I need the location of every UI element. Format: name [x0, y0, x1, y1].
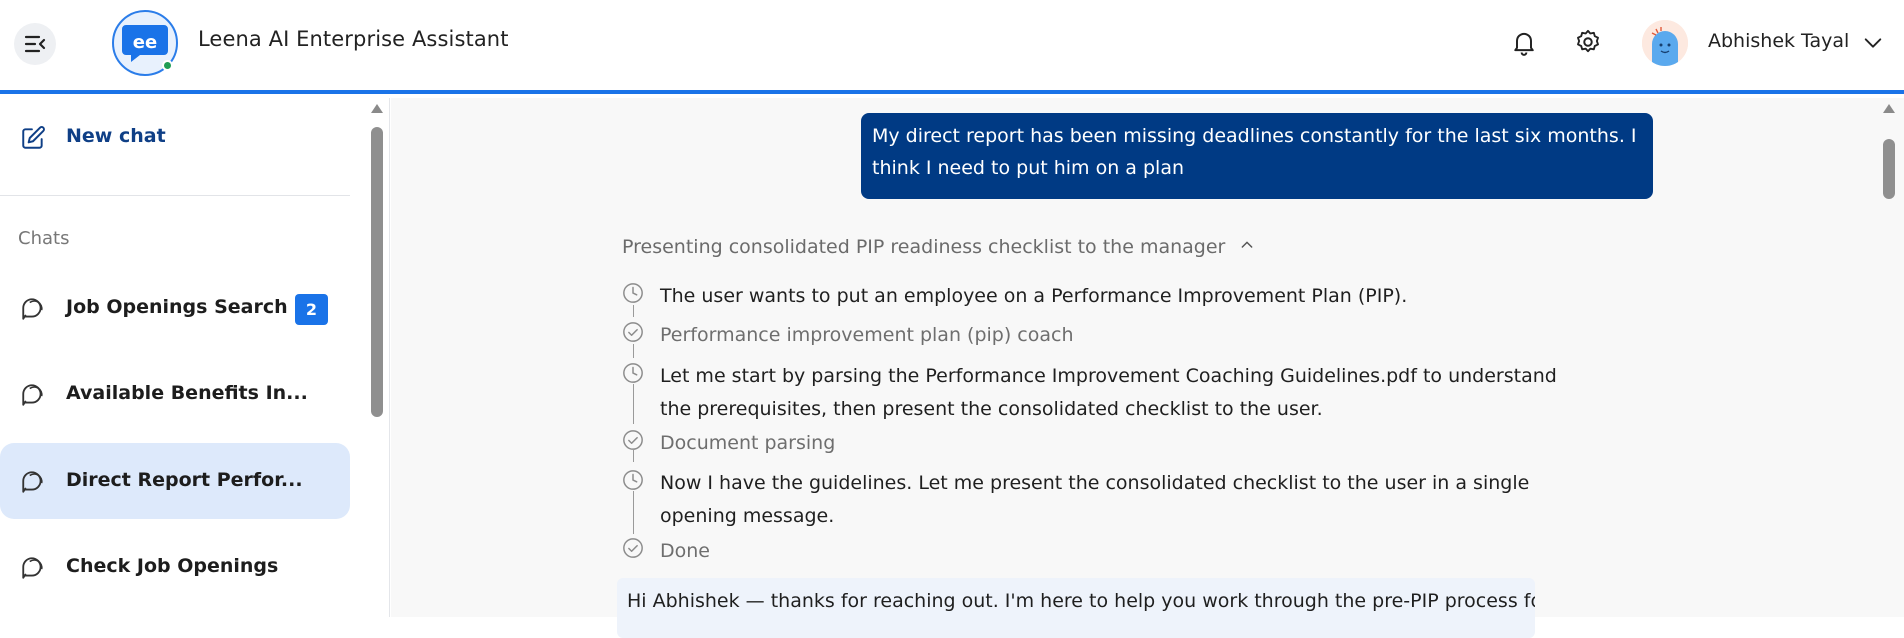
clock-icon [622, 362, 644, 384]
new-chat-button[interactable]: New chat [0, 112, 350, 162]
timeline-connector [633, 450, 634, 462]
bell-icon[interactable] [1508, 26, 1540, 58]
online-status-dot [162, 60, 173, 71]
collapse-menu-icon[interactable] [14, 23, 56, 65]
avatar[interactable] [1642, 20, 1688, 66]
chat-bubble-icon [20, 555, 46, 585]
clock-icon [622, 282, 644, 304]
scroll-up-arrow-icon[interactable] [371, 104, 383, 113]
chat-bubble-icon [20, 382, 46, 412]
chats-heading: Chats [18, 228, 70, 249]
assistant-message-bubble: Hi Abhishek — thanks for reaching out. I… [617, 578, 1535, 638]
sidebar-item-label: Job Openings Search [66, 296, 288, 318]
step-text: Let me start by parsing the Performance … [660, 365, 1557, 387]
gear-icon[interactable] [1572, 26, 1604, 58]
timeline-connector [633, 491, 634, 534]
svg-text:ee: ee [133, 32, 157, 53]
top-header: ee Leena AI Enterprise Assistant Abhishe… [0, 0, 1904, 94]
app-title: Leena AI Enterprise Assistant [198, 27, 509, 51]
edit-icon [20, 125, 46, 155]
sidebar-item-direct-report-performance[interactable]: Direct Report Perfor... [0, 443, 350, 519]
chevron-down-icon[interactable] [1862, 32, 1884, 54]
step-text: Now I have the guidelines. Let me presen… [660, 472, 1530, 494]
step-text: Document parsing [660, 432, 836, 454]
sidebar: New chat Chats Job Openings Search 2 Ava… [0, 98, 390, 617]
step-text: The user wants to put an employee on a P… [660, 285, 1408, 307]
new-chat-label: New chat [66, 125, 166, 147]
timeline-connector [633, 384, 634, 424]
sidebar-item-label: Direct Report Perfor... [66, 469, 303, 491]
sidebar-item-label: Check Job Openings [66, 555, 279, 577]
user-message-bubble: My direct report has been missing deadli… [861, 113, 1653, 199]
app-logo: ee [112, 10, 178, 76]
timeline-connector [633, 305, 634, 317]
main-scrollbar[interactable] [1882, 103, 1896, 617]
unread-count-badge: 2 [295, 294, 328, 325]
clock-icon [622, 469, 644, 491]
scroll-up-arrow-icon[interactable] [1883, 104, 1895, 113]
step-text: the prerequisites, then present the cons… [660, 398, 1323, 420]
divider [0, 195, 350, 196]
steps-heading: Presenting consolidated PIP readiness ch… [622, 236, 1226, 258]
sidebar-item-check-job-openings[interactable]: Check Job Openings [0, 529, 350, 605]
chevron-up-icon [1239, 236, 1255, 258]
chat-bubble-icon [20, 469, 46, 499]
sidebar-item-label: Available Benefits In... [66, 382, 308, 404]
sidebar-scrollbar[interactable] [370, 103, 384, 617]
sidebar-item-available-benefits[interactable]: Available Benefits In... [0, 356, 350, 432]
sidebar-item-job-openings-search[interactable]: Job Openings Search 2 [0, 270, 350, 346]
steps-toggle[interactable]: Presenting consolidated PIP readiness ch… [622, 236, 1255, 258]
scrollbar-thumb[interactable] [1883, 139, 1895, 199]
step-text: Performance improvement plan (pip) coach [660, 324, 1074, 346]
step-text: opening message. [660, 505, 835, 527]
timeline-connector [633, 344, 634, 358]
scrollbar-thumb[interactable] [371, 127, 383, 417]
check-circle-icon [622, 429, 644, 451]
check-circle-icon [622, 537, 644, 559]
check-circle-icon [622, 321, 644, 343]
step-text: Done [660, 540, 710, 562]
chat-bubble-icon [20, 296, 46, 326]
user-name[interactable]: Abhishek Tayal [1708, 30, 1849, 52]
